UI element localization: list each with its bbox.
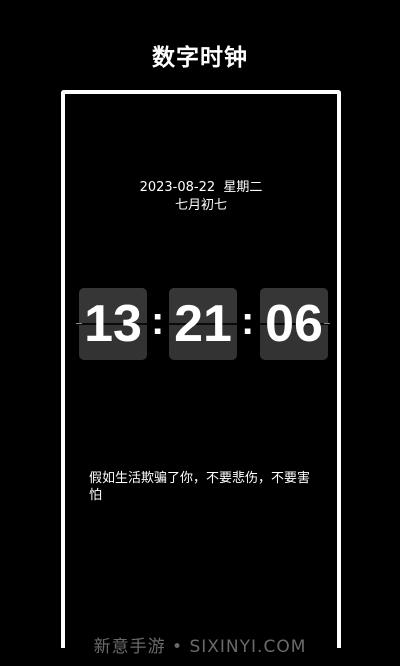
flip-clock: 13 : 21 : 06	[76, 288, 330, 362]
date-weekday-label: 2023-08-22 星期二	[139, 180, 263, 195]
hours-card: 13	[79, 288, 147, 360]
split-line-right	[324, 323, 330, 324]
lunar-date-label: 七月初七	[174, 198, 227, 213]
minutes-seconds-separator: :	[241, 299, 255, 343]
hours-digits: 13	[84, 295, 142, 353]
quote-text: 假如生活欺骗了你，不要悲伤，不要害怕	[89, 471, 311, 503]
split-line-left	[76, 323, 82, 324]
seconds-digits: 06	[265, 295, 323, 353]
watermark-text: 新意手游 • SIXINYI.COM	[93, 637, 307, 657]
seconds-card: 06	[260, 288, 328, 360]
hours-minutes-separator: :	[151, 299, 165, 343]
minutes-card: 21	[169, 288, 237, 360]
minutes-digits: 21	[174, 295, 232, 353]
phone-preview-frame: 2023-08-22 星期二 七月初七 13 : 21 : 06 假如生活欺骗了…	[61, 90, 341, 648]
page-title: 数字时钟	[152, 45, 248, 71]
